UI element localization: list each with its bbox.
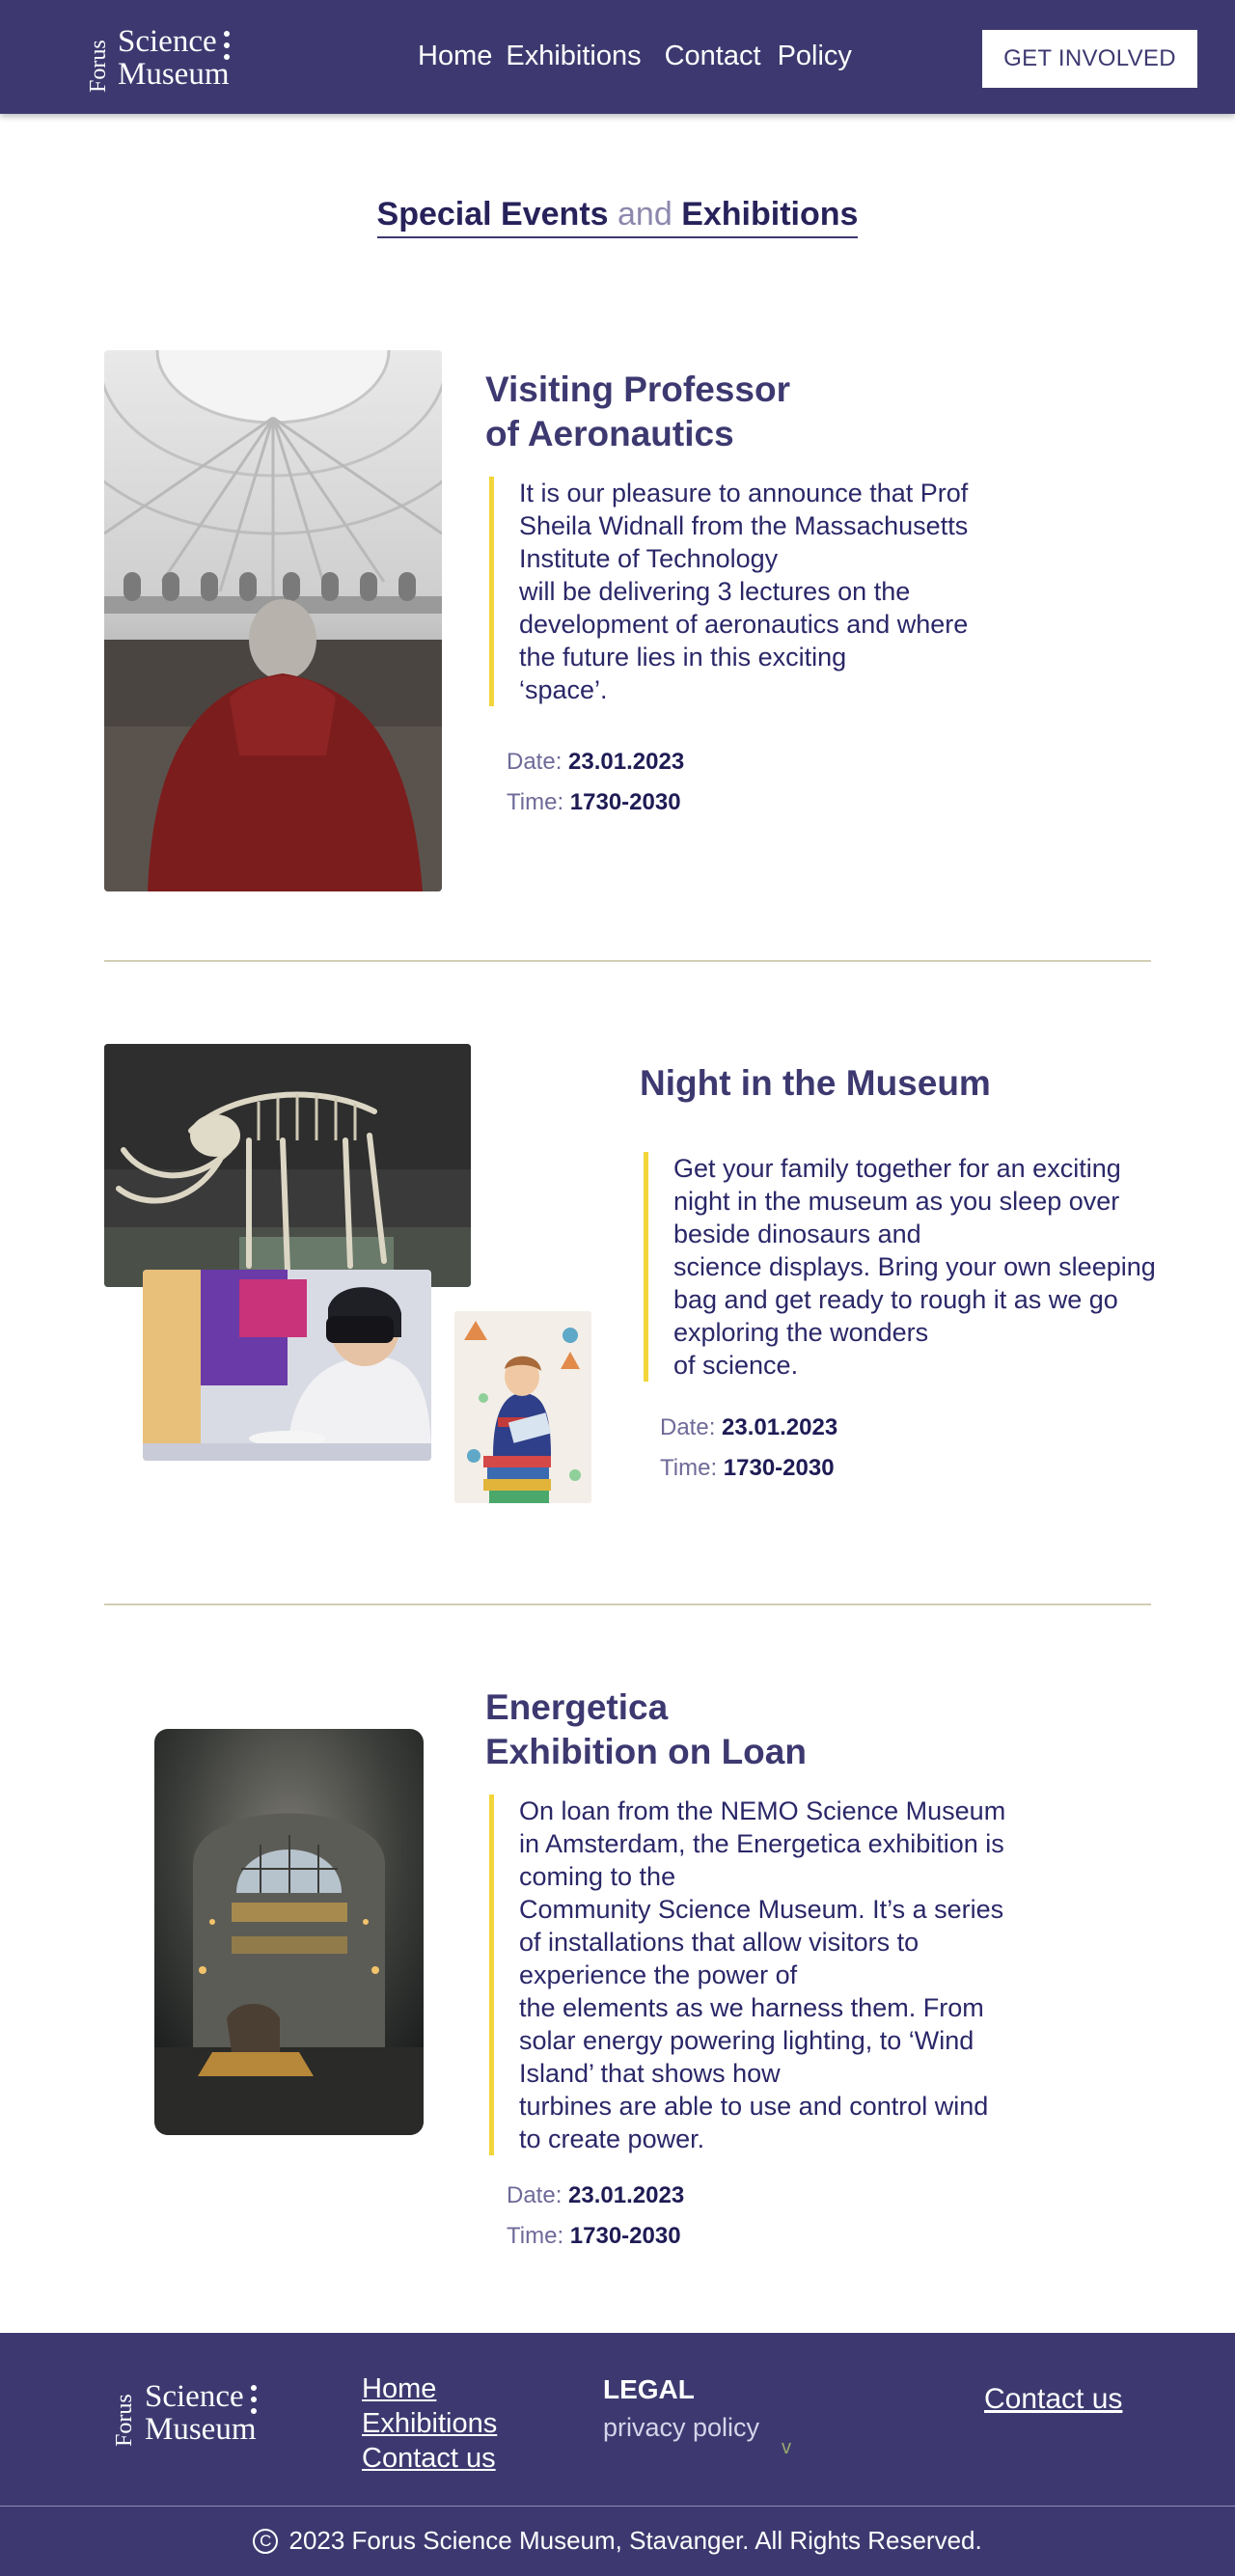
title-part-2: and <box>618 196 672 233</box>
logo-museum-text: Museum <box>118 57 230 92</box>
description-line: Sheila Widnall from the Massachusetts <box>519 511 969 540</box>
description-line: exploring the wonders <box>673 1318 929 1347</box>
copyright-icon: C <box>253 2529 279 2554</box>
description-line: On loan from the NEMO Science Museum <box>519 1796 1006 1825</box>
description-line: Community Science Museum. It’s a series <box>519 1895 1004 1924</box>
nav-policy[interactable]: Policy <box>778 41 852 72</box>
event-image-mammoth <box>104 1044 471 1287</box>
section-divider <box>104 960 1151 962</box>
event-time: Time: 1730-2030 <box>507 2223 681 2249</box>
footer-logo[interactable]: Forus Science Museum <box>112 2373 276 2451</box>
nav-contact[interactable]: Contact <box>665 41 761 72</box>
event-title: Night in the Museum <box>640 1061 991 1106</box>
description-line: in Amsterdam, the Energetica exhibition … <box>519 1829 1004 1858</box>
section-divider <box>104 1603 1151 1605</box>
page-title: Special Events and Exhibitions <box>0 193 1235 238</box>
description-line: ‘space’. <box>519 675 608 704</box>
footer-privacy-link[interactable]: privacy policy <box>603 2413 759 2443</box>
chevron-down-icon[interactable]: v <box>782 2437 791 2459</box>
description-line: Institute of Technology <box>519 544 779 573</box>
copyright: C 2023 Forus Science Museum, Stavanger. … <box>0 2526 1235 2556</box>
event-date: Date: 23.01.2023 <box>507 749 685 775</box>
description-line: solar energy powering lighting, to ‘Wind <box>519 2026 974 2055</box>
event-title: Visiting Professor of Aeronautics <box>485 368 790 456</box>
logo-forus-text: Forus <box>86 40 111 93</box>
description-line: to create power. <box>519 2124 705 2153</box>
description-line: It is our pleasure to announce that Prof <box>519 479 969 507</box>
footer-link-home[interactable]: Home <box>362 2371 497 2406</box>
footer-nav: Home Exhibitions Contact us <box>362 2371 497 2476</box>
event-meta: Date: 23.01.2023 Time: 1730-2030 <box>660 1408 837 1489</box>
description-line: will be delivering 3 lectures on the <box>519 577 911 606</box>
event-title-line: Night in the Museum <box>640 1063 991 1103</box>
description-line: Get your family together for an exciting <box>673 1154 1121 1183</box>
site-header: Forus Science Museum Home Exhibitions Co… <box>0 0 1235 114</box>
description-line: the elements as we harness them. From <box>519 1993 984 2022</box>
nav-home[interactable]: Home <box>418 41 492 72</box>
event-title-line: of Aeronautics <box>485 414 734 453</box>
logo-museum-text: Museum <box>145 2412 257 2447</box>
description-line: experience the power of <box>519 1960 798 1989</box>
event-meta: Date: 23.01.2023 Time: 1730-2030 <box>507 2176 684 2257</box>
museum-logo[interactable]: Forus Science Museum <box>86 17 250 95</box>
event-image-reading-child <box>454 1311 591 1503</box>
description-line: night in the museum as you sleep over <box>673 1187 1120 1216</box>
event-description: On loan from the NEMO Science Museum in … <box>489 1795 1005 2155</box>
event-title-line: Energetica <box>485 1687 669 1727</box>
event-description: Get your family together for an exciting… <box>644 1152 1156 1382</box>
event-time: Time: 1730-2030 <box>507 789 681 815</box>
description-line: development of aeronautics and where <box>519 610 969 639</box>
logo-forus-text: Forus <box>112 2394 137 2447</box>
description-line: the future lies in this exciting <box>519 643 847 671</box>
footer-divider <box>0 2506 1235 2507</box>
description-line: coming to the <box>519 1862 676 1891</box>
nav-exhibitions[interactable]: Exhibitions <box>506 41 641 72</box>
description-line: bag and get ready to rough it as we go <box>673 1285 1118 1314</box>
description-line: science displays. Bring your own sleepin… <box>673 1252 1156 1281</box>
description-line: beside dinosaurs and <box>673 1219 921 1248</box>
copyright-text: 2023 Forus Science Museum, Stavanger. Al… <box>288 2526 982 2555</box>
event-description: It is our pleasure to announce that Prof… <box>489 477 968 706</box>
get-involved-button[interactable]: GET INVOLVED <box>982 30 1197 88</box>
description-line: turbines are able to use and control win… <box>519 2092 989 2121</box>
logo-science-text: Science <box>118 24 217 59</box>
title-part-3: Exhibitions <box>681 196 859 233</box>
event-meta: Date: 23.01.2023 Time: 1730-2030 <box>507 742 684 823</box>
event-image-vr-child <box>143 1270 431 1461</box>
event-date: Date: 23.01.2023 <box>507 2182 685 2208</box>
event-image-museum-hall <box>154 1729 424 2135</box>
description-line: Island’ that shows how <box>519 2059 781 2088</box>
description-line: of installations that allow visitors to <box>519 1928 919 1957</box>
event-image-dome-hall <box>104 350 442 891</box>
footer-link-exhibitions[interactable]: Exhibitions <box>362 2406 497 2441</box>
event-title-line: Exhibition on Loan <box>485 1732 807 1771</box>
event-title-line: Visiting Professor <box>485 370 790 409</box>
description-line: of science. <box>673 1351 799 1380</box>
event-time: Time: 1730-2030 <box>660 1455 835 1481</box>
footer-contact-link[interactable]: Contact us <box>984 2383 1122 2416</box>
footer-legal-heading: LEGAL <box>603 2374 695 2404</box>
logo-science-text: Science <box>145 2379 244 2414</box>
event-date: Date: 23.01.2023 <box>660 1414 838 1440</box>
footer-link-contact[interactable]: Contact us <box>362 2441 497 2476</box>
title-part-1: Special Events <box>376 196 609 233</box>
main-nav: Home Exhibitions Contact Policy <box>418 41 852 72</box>
site-footer: Forus Science Museum Home Exhibitions Co… <box>0 2333 1235 2576</box>
event-title: Energetica Exhibition on Loan <box>485 1685 807 1774</box>
